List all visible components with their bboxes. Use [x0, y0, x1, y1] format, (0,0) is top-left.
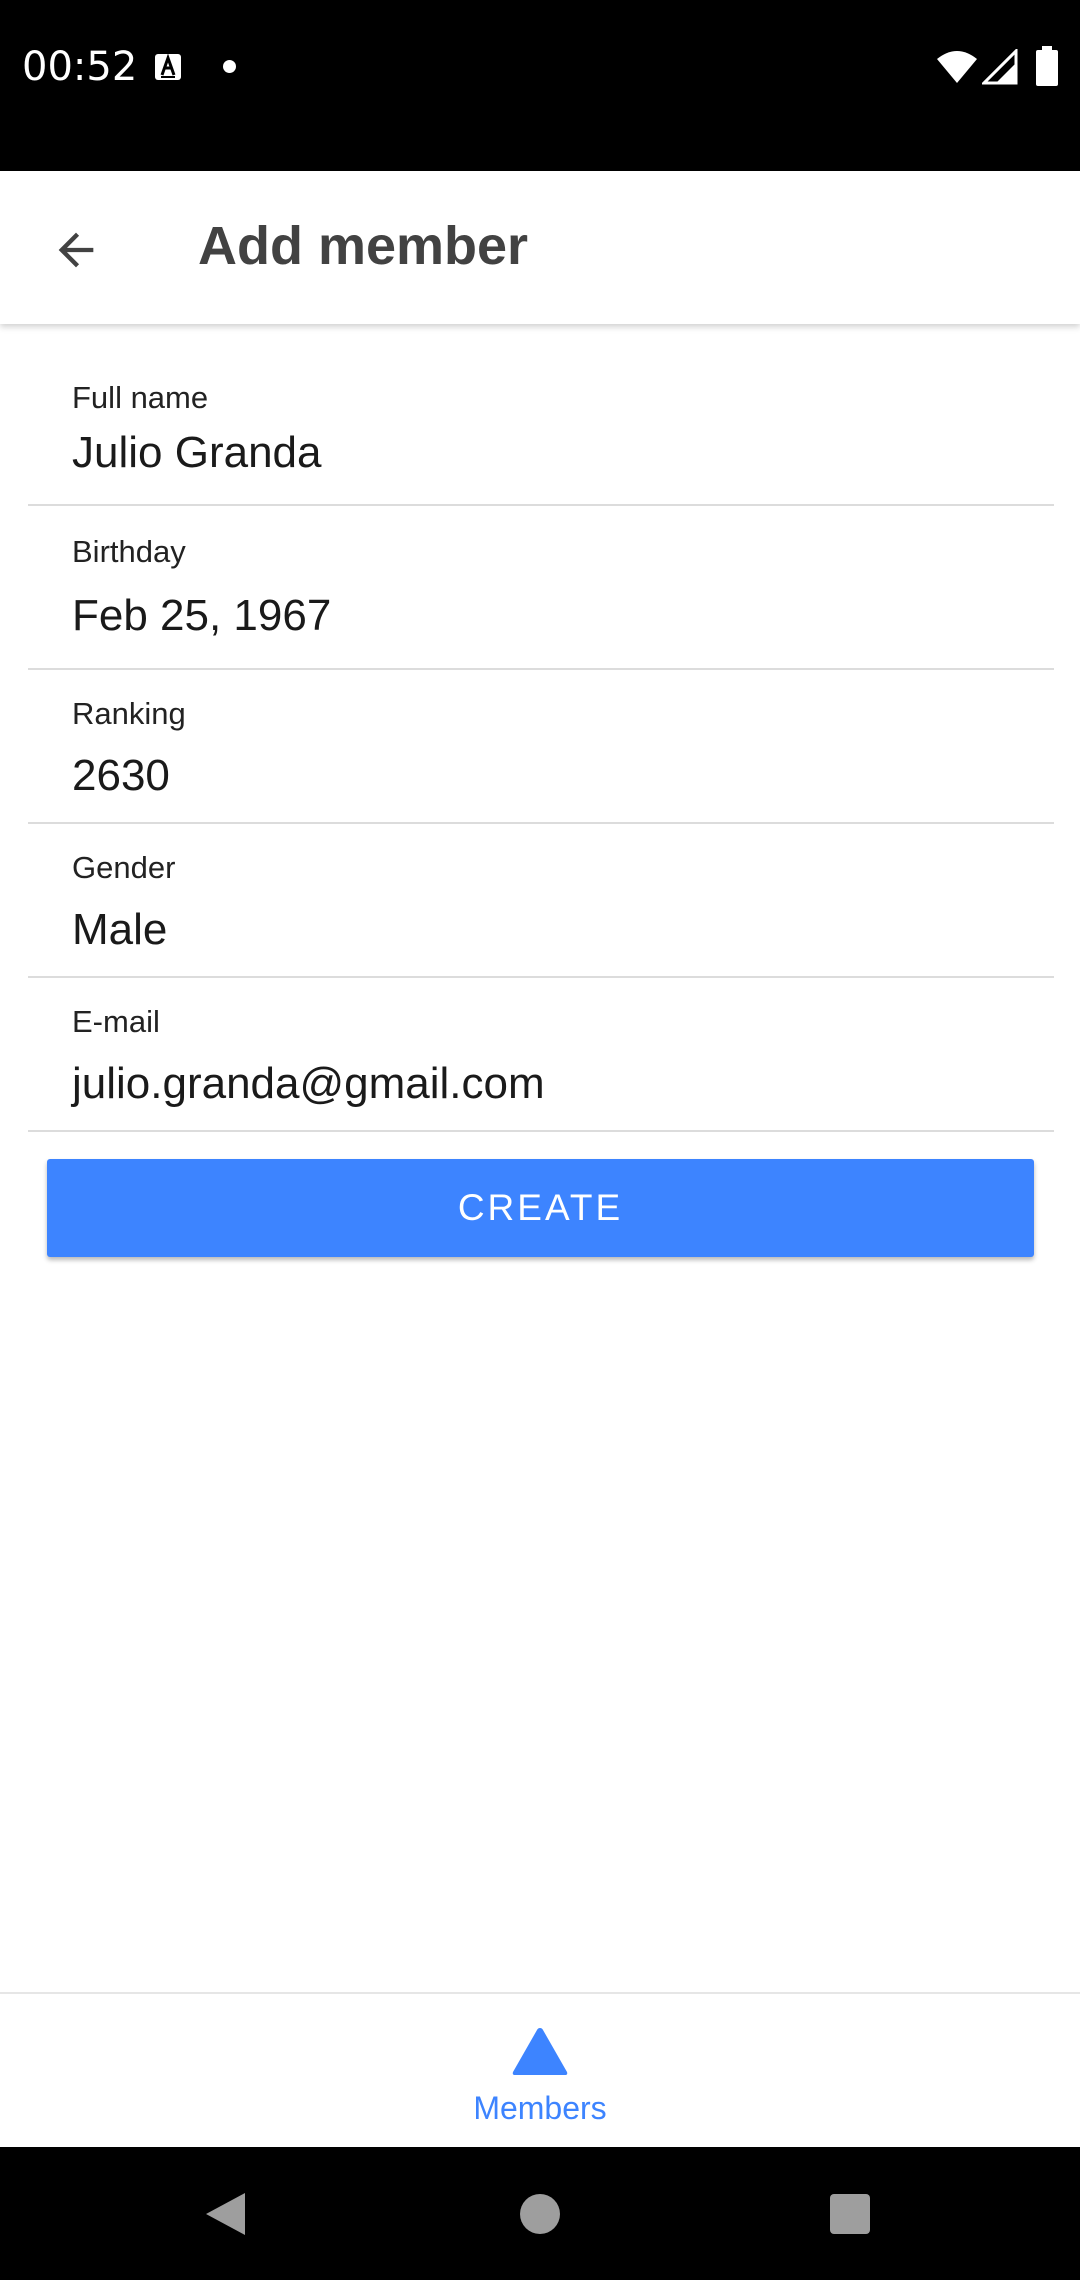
wifi-icon — [937, 51, 977, 83]
gender-select[interactable]: Male — [72, 902, 167, 958]
birthday-field[interactable]: Birthday Feb 25, 1967 — [28, 506, 1054, 670]
status-time: 00:52 — [22, 44, 138, 90]
arrow-back-icon — [58, 232, 94, 268]
nav-members-label: Members — [473, 2090, 607, 2126]
page-title: Add member — [198, 216, 529, 276]
back-button[interactable] — [28, 202, 124, 298]
ranking-field[interactable]: Ranking 2630 — [28, 670, 1054, 824]
gender-field[interactable]: Gender Male — [28, 824, 1054, 978]
screen: 00:52 Add member Full name Julio Granda … — [0, 0, 1080, 2280]
status-bar: 00:52 — [0, 0, 1080, 171]
notification-dot-icon — [223, 60, 236, 73]
email-field[interactable]: E-mail julio.granda@gmail.com — [28, 978, 1054, 1132]
create-button[interactable]: CREATE — [47, 1159, 1034, 1257]
gender-label: Gender — [72, 850, 176, 885]
system-back-icon[interactable] — [203, 2190, 247, 2238]
birthday-input[interactable]: Feb 25, 1967 — [72, 588, 331, 644]
app-bar: Add member — [0, 171, 1080, 324]
triangle-icon — [512, 2028, 568, 2075]
ranking-label: Ranking — [72, 696, 186, 731]
text-a-icon — [155, 53, 181, 80]
system-recents-icon[interactable] — [830, 2194, 870, 2234]
email-input[interactable]: julio.granda@gmail.com — [72, 1056, 545, 1112]
full-name-field[interactable]: Full name Julio Granda — [28, 324, 1054, 506]
birthday-label: Birthday — [72, 534, 186, 569]
full-name-input[interactable]: Julio Granda — [72, 425, 321, 481]
full-name-label: Full name — [72, 380, 209, 415]
bottom-nav: Members — [0, 1992, 1080, 2149]
battery-icon — [1036, 46, 1058, 86]
system-home-icon[interactable] — [520, 2194, 560, 2234]
email-label: E-mail — [72, 1004, 160, 1039]
signal-icon — [982, 49, 1018, 85]
nav-item-members[interactable]: Members — [440, 1994, 640, 2147]
ranking-input[interactable]: 2630 — [72, 748, 170, 804]
